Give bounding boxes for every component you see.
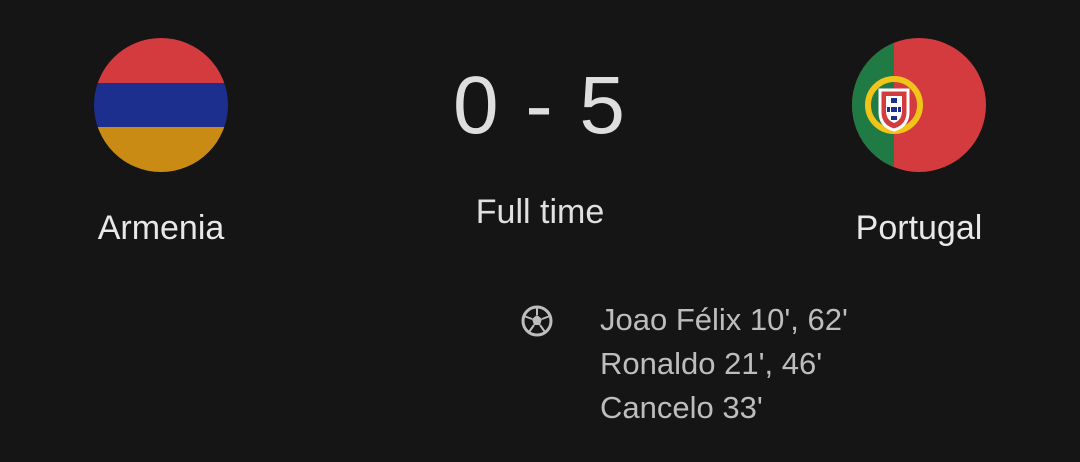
match-summary: 0 - 5 Full time [390,58,690,232]
home-team[interactable]: Armenia [31,38,291,248]
goal-scorers: Joao Félix 10', 62' Ronaldo 21', 46' Can… [520,298,848,430]
home-team-name: Armenia [97,209,225,247]
match-score: 0 - 5 [452,60,628,151]
away-team-name: Portugal [855,209,983,247]
scorer-list: Joao Félix 10', 62' Ronaldo 21', 46' Can… [600,298,848,430]
scorer-line: Ronaldo 21', 46' [600,346,823,381]
match-status: Full time [475,193,605,231]
scorer-line: Cancelo 33' [600,390,763,425]
soccer-ball-icon [520,304,554,338]
scorer-line: Joao Félix 10', 62' [600,302,848,337]
away-team[interactable]: Portugal [789,38,1049,248]
armenia-flag-icon [94,38,228,172]
portugal-flag-icon [852,38,986,172]
